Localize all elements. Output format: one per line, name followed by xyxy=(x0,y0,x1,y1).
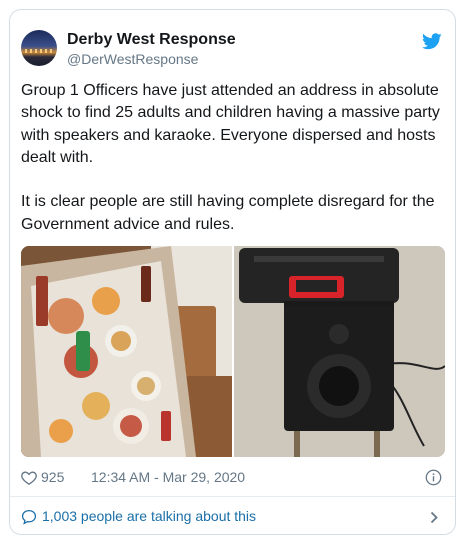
speech-bubble-icon xyxy=(21,509,37,525)
tweet-header: Derby West Response @DerWestResponse xyxy=(21,30,444,70)
author-name[interactable]: Derby West Response xyxy=(67,31,236,49)
speaker-photo[interactable] xyxy=(234,246,445,457)
info-icon[interactable] xyxy=(425,469,442,486)
conversation-link-label[interactable]: 1,003 people are talking about this xyxy=(42,508,256,524)
chevron-right-icon[interactable] xyxy=(430,511,438,524)
avatar[interactable] xyxy=(21,30,57,66)
tweet-text: Group 1 Officers have just attended an a… xyxy=(21,82,440,233)
party-table-photo[interactable] xyxy=(21,246,232,457)
tweet-media[interactable] xyxy=(21,246,445,457)
author-handle[interactable]: @DerWestResponse xyxy=(67,51,198,67)
heart-icon[interactable] xyxy=(21,470,37,485)
timestamp[interactable]: 12:34 AM - Mar 29, 2020 xyxy=(91,469,245,485)
like-count[interactable]: 925 xyxy=(41,469,64,485)
tweet-meta: 925 12:34 AM - Mar 29, 2020 xyxy=(21,468,444,488)
divider xyxy=(10,496,455,497)
tweet-card: Derby West Response @DerWestResponse Gro… xyxy=(9,9,456,535)
twitter-bird-icon[interactable] xyxy=(422,33,442,50)
conversation-link[interactable]: 1,003 people are talking about this xyxy=(21,507,444,529)
